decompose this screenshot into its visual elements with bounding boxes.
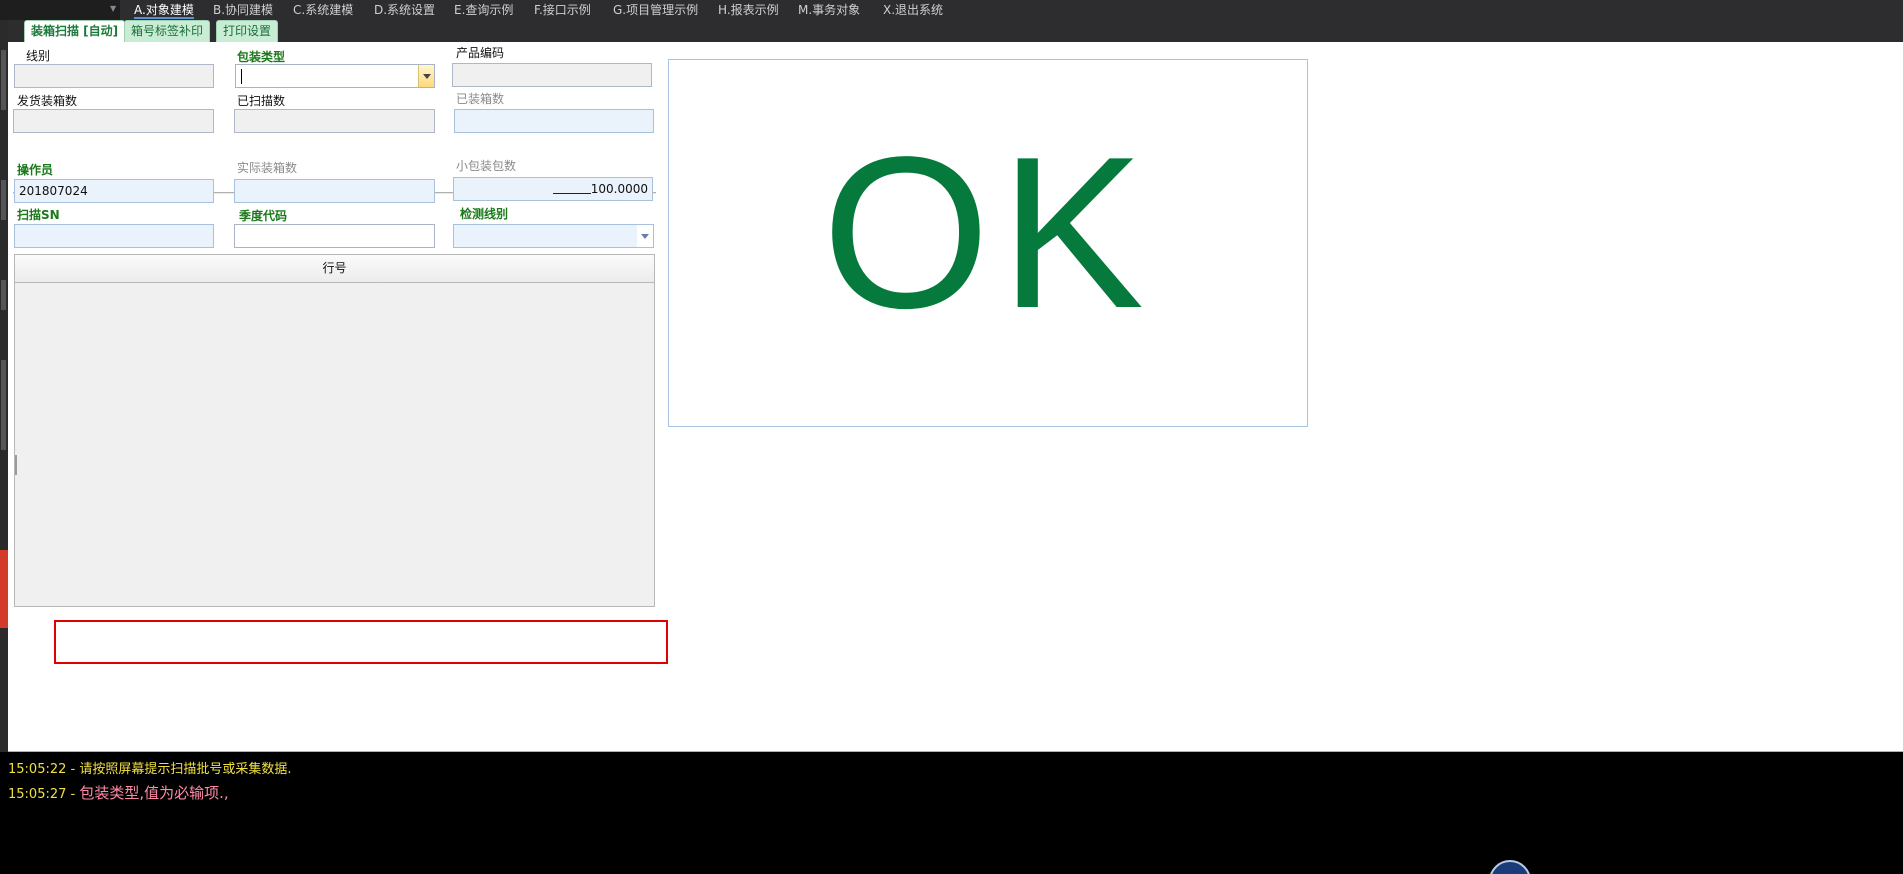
small-pack-count-field[interactable]: 100.0000 [453,177,653,201]
line-field[interactable] [14,64,214,88]
menu-item-query-examples[interactable]: E.查询示例 [454,0,513,20]
tab-box-label-reprint[interactable]: 箱号标签补印 [124,20,211,42]
tab-print-settings[interactable]: 打印设置 [216,20,279,42]
packed-box-count-label: 已装箱数 [456,92,505,106]
scanned-count-label: 已扫描数 [237,94,286,108]
scan-grid[interactable]: 行号 [14,254,655,607]
menu-item-report-examples[interactable]: H.报表示例 [718,0,779,20]
menu-item-collab-modeling[interactable]: B.协同建模 [213,0,273,20]
product-code-field[interactable] [452,63,652,87]
log-line: 15:05:27 - 包装类型,值为必输项., [8,782,229,803]
side-strip-mark [1,280,6,310]
left-side-strip[interactable] [0,20,8,752]
log-message: 请按照屏幕提示扫描批号或采集数据. [79,762,292,777]
grid-header-row-number[interactable]: 行号 [15,255,654,283]
operator-field[interactable]: 201807024 [14,179,214,203]
menu-item-interface-examples[interactable]: F.接口示例 [534,0,591,20]
text-cursor [241,69,242,84]
season-code-label: 季度代码 [239,209,288,223]
log-panel: 15:05:22 - 请按照屏幕提示扫描批号或采集数据. 15:05:27 - … [0,752,1903,874]
package-type-dropdown-icon[interactable] [418,65,434,87]
packed-box-count-field[interactable] [454,109,654,133]
side-strip-mark [1,50,6,110]
actual-box-count-field[interactable] [234,179,435,203]
tab-row: 装箱扫描 [自动] 箱号标签补印 打印设置 [8,20,1903,42]
side-strip-alert[interactable] [0,550,8,628]
log-separator: - [66,787,80,802]
log-timestamp: 15:05:22 [8,762,67,777]
menu-item-system-modeling[interactable]: C.系统建模 [293,0,353,20]
menu-item-object-modeling[interactable]: A.对象建模 [134,0,194,20]
status-panel: OK [668,59,1308,427]
menu-item-transaction-objects[interactable]: M.事务对象 [798,0,860,20]
menu-item-system-settings[interactable]: D.系统设置 [374,0,435,20]
chevron-down-icon[interactable]: ▼ [110,4,116,13]
line-label: 线别 [26,49,51,63]
detect-line-combo[interactable] [453,224,654,248]
status-ok-text: OK [821,111,1155,353]
scan-message-box[interactable] [54,620,668,664]
detect-line-label: 检测线别 [460,207,509,221]
log-message: 包装类型,值为必输项., [79,784,229,802]
detect-line-dropdown-icon[interactable] [637,225,653,247]
side-strip-mark [1,180,6,220]
log-line: 15:05:22 - 请按照屏幕提示扫描批号或采集数据. [8,758,292,777]
ship-box-count-label: 发货装箱数 [17,94,78,108]
product-code-label: 产品编码 [456,46,505,60]
scan-sn-label: 扫描SN [17,208,60,222]
small-pack-count-label: 小包装包数 [456,159,517,173]
main-panel: 线别 包装类型 产品编码 发货装箱数 已扫描数 已装箱数 操作员 2018070… [8,42,1903,752]
side-strip-mark [1,360,6,450]
grid-resize-handle[interactable] [15,455,17,475]
operator-label: 操作员 [17,163,54,177]
package-type-combo[interactable] [235,64,435,88]
actual-box-count-label: 实际装箱数 [237,161,298,175]
scan-sn-field[interactable] [14,224,214,248]
package-type-label: 包装类型 [237,50,286,64]
menu-bar-left-area [0,0,120,20]
input-underline [552,182,591,194]
log-separator: - [66,762,80,777]
menu-item-exit-system[interactable]: X.退出系统 [883,0,943,20]
scanned-count-field[interactable] [234,109,435,133]
log-timestamp: 15:05:27 [8,787,67,802]
small-pack-count-value: 100.0000 [590,182,648,196]
ship-box-count-field[interactable] [13,109,214,133]
menu-bar: ▼ A.对象建模 B.协同建模 C.系统建模 D.系统设置 E.查询示例 F.接… [0,0,1903,20]
tab-packing-scan[interactable]: 装箱扫描 [自动] [24,20,126,42]
menu-item-project-management[interactable]: G.项目管理示例 [613,0,698,20]
season-code-field[interactable] [234,224,435,248]
